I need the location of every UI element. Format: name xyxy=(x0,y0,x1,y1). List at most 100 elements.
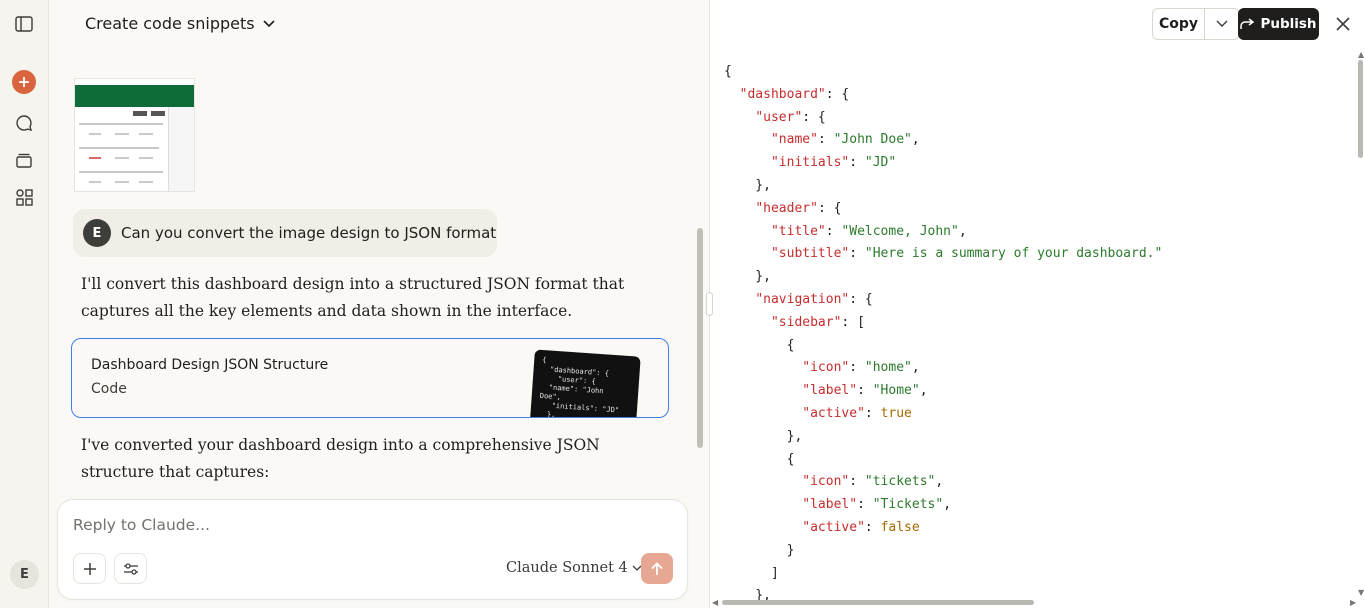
code-token: "dashboard" xyxy=(739,86,826,102)
code-line: "initials": "JD" xyxy=(724,152,1162,175)
code-token: "Tickets" xyxy=(872,497,944,513)
code-token: "user" xyxy=(755,109,803,125)
thumbnail-shape xyxy=(115,157,129,159)
copy-button[interactable]: Copy xyxy=(1153,9,1205,39)
sidebar-toggle-icon[interactable] xyxy=(12,12,36,36)
scroll-left-arrow-icon[interactable]: ◀ xyxy=(712,598,718,607)
artifact-card[interactable]: Dashboard Design JSON Structure Code { "… xyxy=(71,338,669,418)
model-name: Claude Sonnet 4 xyxy=(506,560,628,576)
code-line: "header": { xyxy=(724,198,1162,221)
code-token: "tickets" xyxy=(864,474,936,490)
chevron-down-icon xyxy=(1216,20,1228,27)
code-token: : xyxy=(864,519,881,535)
code-token: : xyxy=(825,223,842,239)
scroll-down-arrow-icon[interactable]: ▼ xyxy=(1358,588,1364,597)
code-token: "active" xyxy=(802,405,865,421)
chevron-down-icon xyxy=(263,19,275,27)
code-token: "subtitle" xyxy=(770,246,850,262)
code-token: : xyxy=(857,497,873,513)
code-view[interactable]: { "dashboard": { "user": { "name": "John… xyxy=(724,61,1162,608)
code-line: { xyxy=(724,449,1162,472)
artifacts-icon[interactable] xyxy=(12,185,36,209)
code-token: "navigation" xyxy=(755,291,850,307)
code-token: "sidebar" xyxy=(770,314,842,330)
code-line: "active": true xyxy=(724,403,1162,426)
assistant-reply-followup: I've converted your dashboard design int… xyxy=(81,436,600,481)
tools-button[interactable] xyxy=(114,553,147,584)
code-token: "initials" xyxy=(770,155,850,171)
code-token: : { xyxy=(825,86,850,102)
code-token: "name" xyxy=(770,132,818,148)
code-token: : { xyxy=(817,200,842,216)
add-button[interactable] xyxy=(73,553,106,584)
thumbnail-sidebar xyxy=(168,107,194,191)
code-line: } xyxy=(724,540,1162,563)
code-horizontal-scrollbar[interactable] xyxy=(722,600,1034,605)
code-token: : { xyxy=(849,291,873,307)
send-button[interactable] xyxy=(641,553,673,584)
thumbnail-shape xyxy=(89,133,101,135)
close-panel-button[interactable] xyxy=(1331,12,1355,36)
chats-icon[interactable] xyxy=(12,111,36,135)
chat-title-button[interactable]: Create code snippets xyxy=(85,14,275,33)
code-line: { xyxy=(724,61,1162,84)
model-selector[interactable]: Claude Sonnet 4 xyxy=(506,560,642,576)
code-token: "label" xyxy=(802,383,858,399)
publish-button[interactable]: Publish xyxy=(1238,8,1319,40)
code-token: "title" xyxy=(770,223,826,239)
code-token: "icon" xyxy=(802,474,850,490)
composer: Reply to Claude... Claude Sonnet 4 xyxy=(57,499,688,600)
chat-title: Create code snippets xyxy=(85,14,255,33)
chat-scrollbar[interactable] xyxy=(697,228,703,448)
code-token: , xyxy=(911,360,920,376)
code-line: { xyxy=(724,335,1162,358)
code-token: "Welcome, John" xyxy=(841,223,959,239)
thumbnail-shape xyxy=(115,133,129,135)
code-vertical-scrollbar[interactable] xyxy=(1358,60,1363,158)
code-token: : xyxy=(849,246,865,262)
code-line: "dashboard": { xyxy=(724,84,1162,107)
code-token: }, xyxy=(724,269,771,285)
reply-input[interactable]: Reply to Claude... xyxy=(73,516,210,534)
thumbnail-shape xyxy=(139,133,153,135)
code-token: }, xyxy=(724,177,771,193)
code-line: "label": "Home", xyxy=(724,380,1162,403)
code-token: "John Doe" xyxy=(833,132,912,148)
code-token: , xyxy=(911,132,920,148)
code-token: : xyxy=(849,360,865,376)
scroll-right-arrow-icon[interactable]: ▶ xyxy=(1350,598,1356,607)
copy-options-button[interactable] xyxy=(1205,9,1239,39)
scroll-up-arrow-icon[interactable]: ▲ xyxy=(1358,50,1364,59)
assistant-reply-intro: I'll convert this dashboard design into … xyxy=(81,275,625,320)
thumbnail-header xyxy=(75,85,194,107)
user-avatar[interactable]: E xyxy=(10,560,39,589)
code-token: : xyxy=(849,155,865,171)
resize-handle[interactable] xyxy=(706,292,713,316)
arrow-up-icon xyxy=(651,561,663,575)
new-chat-button[interactable] xyxy=(12,70,36,94)
code-token: : xyxy=(857,383,873,399)
attached-image-thumbnail[interactable] xyxy=(74,78,195,192)
projects-icon[interactable] xyxy=(12,148,36,172)
code-token: "label" xyxy=(802,497,858,513)
publish-label: Publish xyxy=(1260,16,1317,32)
code-token: : xyxy=(817,132,834,148)
code-line: }, xyxy=(724,266,1162,289)
thumbnail-shape xyxy=(79,123,163,125)
code-token: "icon" xyxy=(802,360,850,376)
thumbnail-shape xyxy=(115,181,129,183)
code-line: "subtitle": "Here is a summary of your d… xyxy=(724,243,1162,266)
code-token: : { xyxy=(802,109,826,125)
